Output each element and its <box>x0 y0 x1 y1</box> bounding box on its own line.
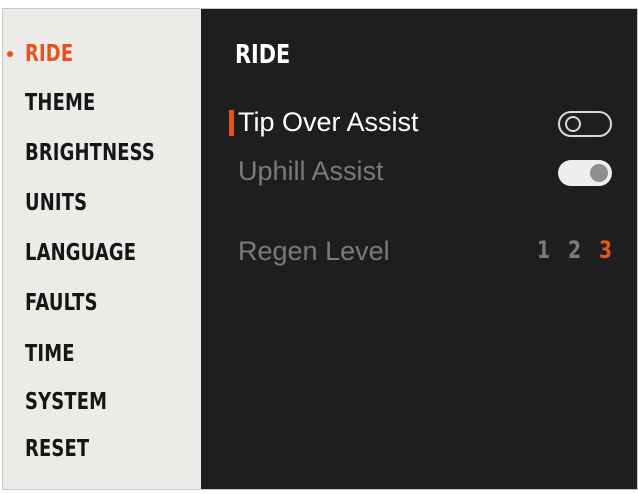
sidebar-item-time[interactable]: TIME <box>25 339 75 369</box>
regen-level-label: Regen Level <box>238 236 390 266</box>
sidebar-item-language[interactable]: LANGUAGE <box>25 238 136 268</box>
sidebar-item-faults[interactable]: FAULTS <box>25 288 98 318</box>
uphill-assist-label[interactable]: Uphill Assist <box>238 155 384 187</box>
tip-over-assist-toggle[interactable] <box>558 111 612 137</box>
main-panel: RIDE Tip Over Assist Uphill Assist Regen… <box>201 9 637 489</box>
tip-over-assist-label[interactable]: Tip Over Assist <box>238 106 419 138</box>
regen-level-option-2[interactable]: 2 <box>568 235 581 265</box>
active-indicator-dot <box>7 51 13 57</box>
sidebar-item-system[interactable]: SYSTEM <box>25 387 107 417</box>
sidebar-menu: RIDE THEME BRIGHTNESS UNITS LANGUAGE FAU… <box>3 9 201 489</box>
settings-screen: RIDE THEME BRIGHTNESS UNITS LANGUAGE FAU… <box>2 8 638 490</box>
uphill-assist-toggle[interactable] <box>558 160 612 186</box>
regen-level-option-1[interactable]: 1 <box>537 235 550 265</box>
page-title: RIDE <box>235 40 291 70</box>
toggle-knob <box>565 116 581 132</box>
focus-indicator <box>229 110 234 136</box>
sidebar-item-ride[interactable]: RIDE <box>25 39 73 69</box>
toggle-knob <box>590 164 608 182</box>
sidebar-item-brightness[interactable]: BRIGHTNESS <box>25 138 155 168</box>
sidebar-item-units[interactable]: UNITS <box>25 188 87 218</box>
regen-level-option-3[interactable]: 3 <box>599 235 612 265</box>
sidebar-item-reset[interactable]: RESET <box>25 434 89 464</box>
sidebar-item-theme[interactable]: THEME <box>25 88 95 118</box>
